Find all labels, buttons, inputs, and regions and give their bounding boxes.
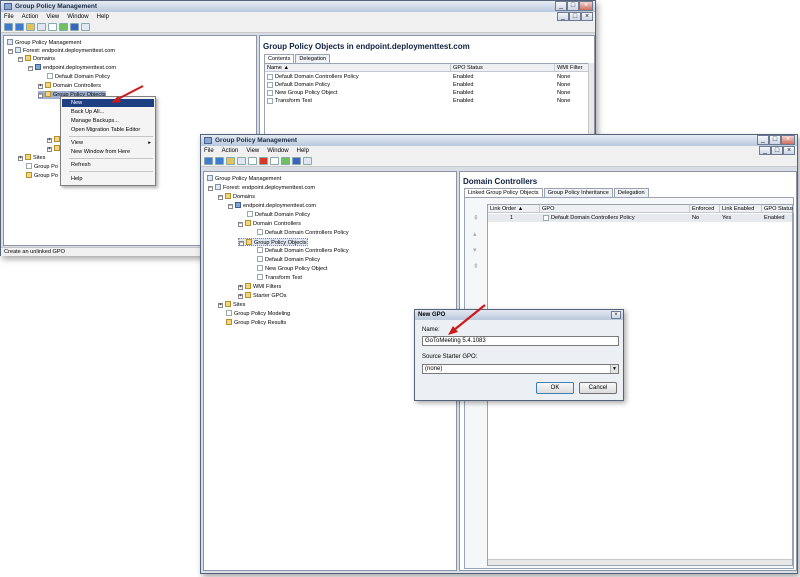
annotation-arrows: [111, 85, 486, 335]
arrow-to-name-field: [448, 304, 486, 335]
arrow-to-new-menu-item: [111, 85, 144, 103]
